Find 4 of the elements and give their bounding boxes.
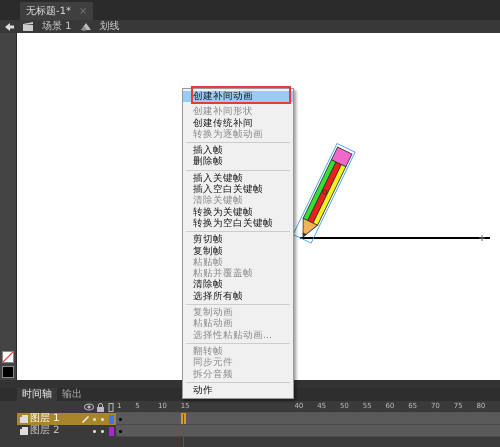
scene-name: 场景 1 (42, 20, 72, 33)
symbol-name: 划线 (100, 20, 120, 33)
layer-name: 图层 1 (30, 413, 61, 425)
layer-name: 图层 2 (30, 425, 61, 437)
